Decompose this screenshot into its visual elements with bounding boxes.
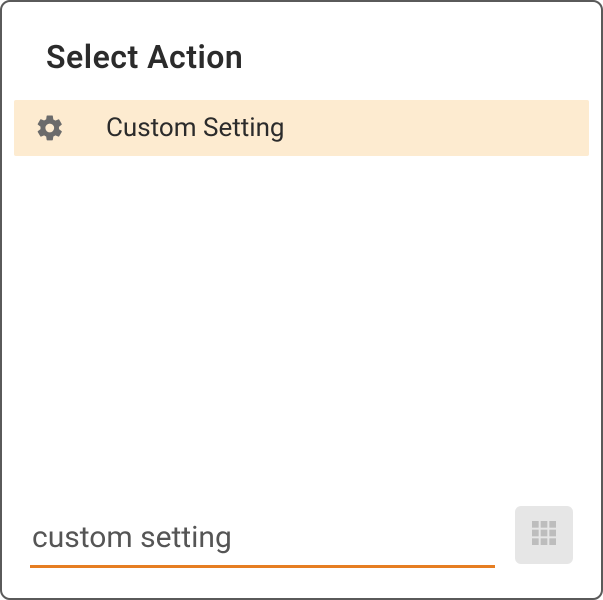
panel-header: Select Action xyxy=(2,2,601,100)
select-action-panel: Select Action Custom Setting xyxy=(0,0,603,600)
panel-title: Select Action xyxy=(46,38,557,76)
spacer xyxy=(2,156,601,506)
search-wrap xyxy=(30,514,495,568)
grid-icon xyxy=(528,517,560,553)
grid-button[interactable] xyxy=(515,506,573,564)
list-item-label: Custom Setting xyxy=(106,113,285,143)
list-item-custom-setting[interactable]: Custom Setting xyxy=(14,100,589,156)
panel-footer xyxy=(2,506,601,598)
search-input[interactable] xyxy=(30,514,495,568)
gear-icon xyxy=(34,112,66,144)
action-list: Custom Setting xyxy=(2,100,601,156)
